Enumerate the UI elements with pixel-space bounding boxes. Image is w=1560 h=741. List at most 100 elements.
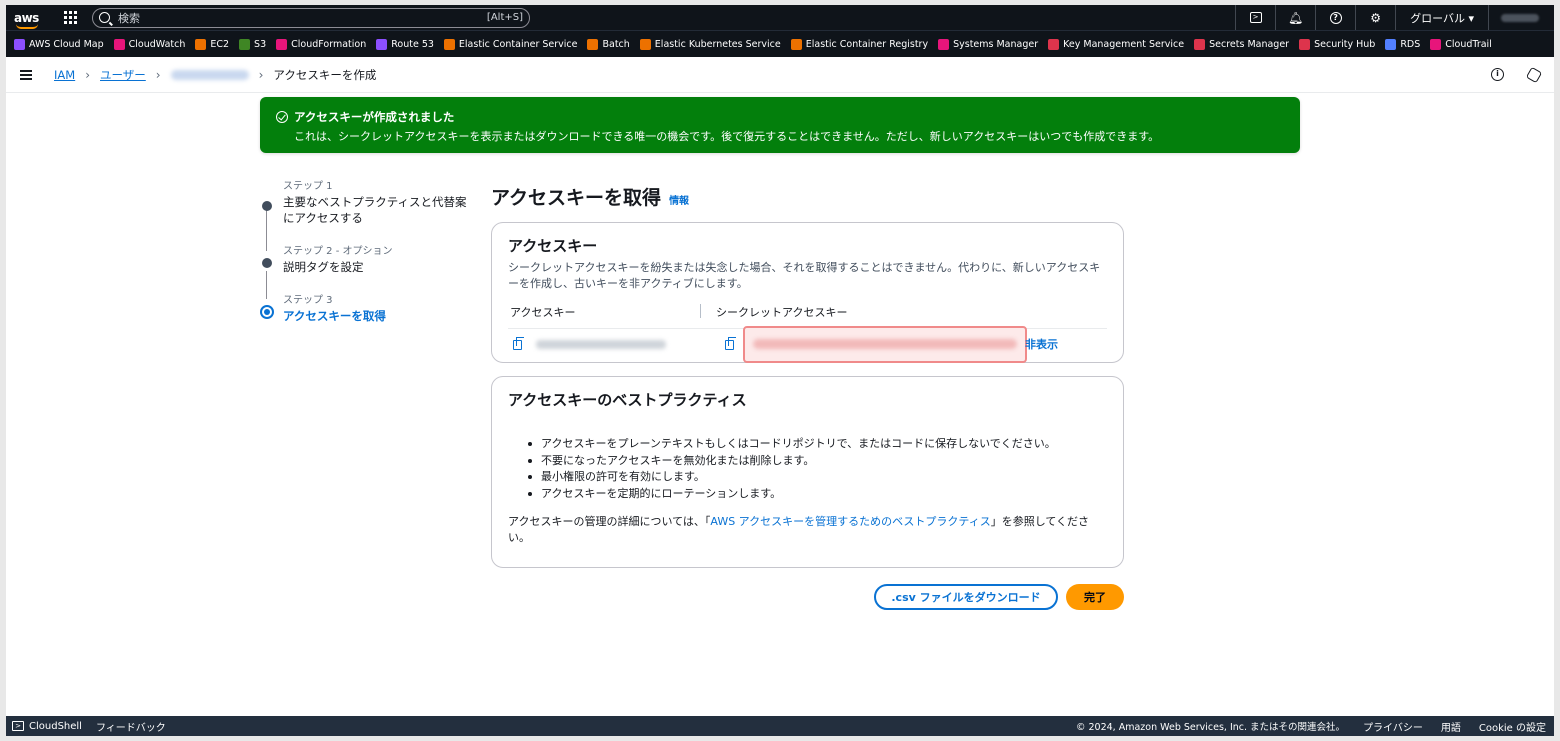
breadcrumb-username-redacted[interactable] xyxy=(170,69,249,80)
list-item: アクセスキーをプレーンテキストもしくはコードリポジトリで、またはコードに保存しな… xyxy=(528,436,1107,453)
hide-secret-link[interactable]: 非表示 xyxy=(1025,336,1058,352)
service-icon xyxy=(1385,38,1397,50)
notifications-button[interactable]: 🔔︎ xyxy=(1275,5,1315,30)
copy-icon[interactable] xyxy=(513,337,525,350)
account-menu[interactable] xyxy=(1488,5,1554,30)
favorite-label: AWS Cloud Map xyxy=(29,38,104,50)
favorite-label: CloudTrail xyxy=(1445,38,1492,50)
feedback-icon[interactable] xyxy=(1525,66,1543,83)
wizard-steps: ステップ 1 主要なベストプラクティスと代替案にアクセスする ステップ 2 - … xyxy=(260,177,472,340)
info-panel-icon[interactable]: i xyxy=(1491,68,1504,81)
service-icon xyxy=(1194,38,1206,50)
page-header: アクセスキーを取得 情報 xyxy=(491,183,689,210)
col-access-key: アクセスキー xyxy=(510,306,576,319)
step-label: ステップ 1 xyxy=(283,181,333,192)
service-icon xyxy=(195,38,207,50)
col-secret-key: シークレットアクセスキー xyxy=(716,306,848,319)
chevron-right-icon: › xyxy=(155,67,161,82)
favorite-item[interactable]: CloudWatch xyxy=(113,38,185,50)
service-icon xyxy=(790,38,802,50)
card-title: アクセスキーのベストプラクティス xyxy=(508,391,747,409)
info-link[interactable]: 情報 xyxy=(669,192,689,207)
footer: > CloudShell フィードバック © 2024, Amazon Web … xyxy=(6,716,1554,736)
top-navigation: aws 検索 [Alt+S] > 🔔︎ ? ⚙ グローバル ▾ xyxy=(6,5,1554,30)
service-icon xyxy=(376,38,388,50)
service-icon xyxy=(1048,38,1060,50)
access-key-value-redacted xyxy=(536,339,666,349)
favorite-label: Elastic Kubernetes Service xyxy=(654,38,781,50)
menu-icon[interactable] xyxy=(20,69,32,80)
breadcrumb-users[interactable]: ユーザー xyxy=(100,67,146,83)
breadcrumb-iam[interactable]: IAM xyxy=(54,68,75,82)
favorite-label: EC2 xyxy=(210,38,230,50)
page-title: アクセスキーを取得 xyxy=(491,187,662,209)
favorite-item[interactable]: Elastic Container Registry xyxy=(790,38,928,50)
breadcrumb-bar: IAM › ユーザー › › アクセスキーを作成 i xyxy=(6,57,1554,93)
search-placeholder: 検索 xyxy=(118,11,140,25)
chevron-right-icon: › xyxy=(85,67,90,82)
step-2: ステップ 2 - オプション 説明タグを設定 xyxy=(260,242,472,275)
cloudshell-button[interactable]: > xyxy=(1235,5,1275,30)
step-dot xyxy=(262,258,272,268)
privacy-link[interactable]: プライバシー xyxy=(1363,719,1423,734)
favorite-label: S3 xyxy=(254,38,267,50)
favorite-item[interactable]: AWS Cloud Map xyxy=(14,38,104,50)
service-icon xyxy=(239,38,251,50)
cloudshell-footer-button[interactable]: > CloudShell xyxy=(12,721,82,732)
search-shortcut: [Alt+S] xyxy=(486,12,523,23)
favorite-item[interactable]: Elastic Kubernetes Service xyxy=(639,38,781,50)
favorite-item[interactable]: RDS xyxy=(1385,38,1421,50)
service-icon xyxy=(1299,38,1311,50)
favorite-item[interactable]: Systems Manager xyxy=(938,38,1039,50)
secret-key-value-redacted xyxy=(743,325,1027,363)
favorite-item[interactable]: Elastic Container Service xyxy=(443,38,578,50)
feedback-link[interactable]: フィードバック xyxy=(96,719,166,734)
card-description: シークレットアクセスキーを紛失または失念した場合、それを取得することはできません… xyxy=(508,261,1101,290)
flash-message: これは、シークレットアクセスキーを表示またはダウンロードできる唯一の機会です。後… xyxy=(294,130,1160,143)
favorite-item[interactable]: Security Hub xyxy=(1299,38,1376,50)
search-icon xyxy=(99,12,110,23)
step-dot-active xyxy=(260,305,274,319)
favorite-item[interactable]: EC2 xyxy=(195,38,230,50)
settings-button[interactable]: ⚙ xyxy=(1355,5,1395,30)
breadcrumb-current: アクセスキーを作成 xyxy=(273,67,377,82)
flash-title: アクセスキーが作成されました xyxy=(294,110,455,124)
favorite-label: RDS xyxy=(1400,38,1421,50)
done-button[interactable]: 完了 xyxy=(1066,584,1124,610)
step-1: ステップ 1 主要なベストプラクティスと代替案にアクセスする xyxy=(260,177,472,226)
favorite-label: Batch xyxy=(602,38,630,50)
favorite-item[interactable]: CloudTrail xyxy=(1430,38,1492,50)
terminal-icon: > xyxy=(12,721,24,731)
ref-prefix: アクセスキーの管理の詳細については、「 xyxy=(508,515,711,528)
best-practices-link[interactable]: AWS アクセスキーを管理するためのベストプラクティス xyxy=(710,515,990,528)
breadcrumb: IAM › ユーザー › › アクセスキーを作成 xyxy=(54,67,376,83)
download-csv-button[interactable]: .csv ファイルをダウンロード xyxy=(874,584,1058,610)
region-selector[interactable]: グローバル ▾ xyxy=(1395,5,1488,30)
access-key-card: アクセスキー シークレットアクセスキーを紛失または失念した場合、それを取得するこ… xyxy=(491,222,1124,363)
service-icon xyxy=(639,38,651,50)
services-grid-icon[interactable] xyxy=(64,10,78,25)
favorite-item[interactable]: CloudFormation xyxy=(276,38,366,50)
terms-link[interactable]: 用語 xyxy=(1441,719,1461,734)
console-frame: aws 検索 [Alt+S] > 🔔︎ ? ⚙ グローバル ▾ AWS Clou… xyxy=(6,5,1554,736)
service-icon xyxy=(113,38,125,50)
cookie-link[interactable]: Cookie の設定 xyxy=(1479,719,1546,734)
step-3: ステップ 3 アクセスキーを取得 xyxy=(260,291,472,324)
favorite-label: Systems Manager xyxy=(953,38,1039,50)
step-dot xyxy=(262,201,272,211)
search-input[interactable]: 検索 [Alt+S] xyxy=(92,7,530,28)
service-icon xyxy=(1430,38,1442,50)
favorite-label: Security Hub xyxy=(1314,38,1376,50)
aws-logo[interactable]: aws xyxy=(14,12,46,29)
favorite-item[interactable]: Secrets Manager xyxy=(1194,38,1289,50)
favorite-item[interactable]: Route 53 xyxy=(376,38,434,50)
copy-icon[interactable] xyxy=(725,337,737,350)
favorite-item[interactable]: Key Management Service xyxy=(1048,38,1184,50)
reference-text: アクセスキーの管理の詳細については、「AWS アクセスキーを管理するためのベスト… xyxy=(508,514,1107,546)
keys-row: 非表示 xyxy=(508,325,1107,363)
favorite-item[interactable]: S3 xyxy=(239,38,267,50)
favorite-label: Elastic Container Service xyxy=(458,38,578,50)
service-icon xyxy=(587,38,599,50)
favorite-item[interactable]: Batch xyxy=(587,38,630,50)
help-button[interactable]: ? xyxy=(1315,5,1355,30)
